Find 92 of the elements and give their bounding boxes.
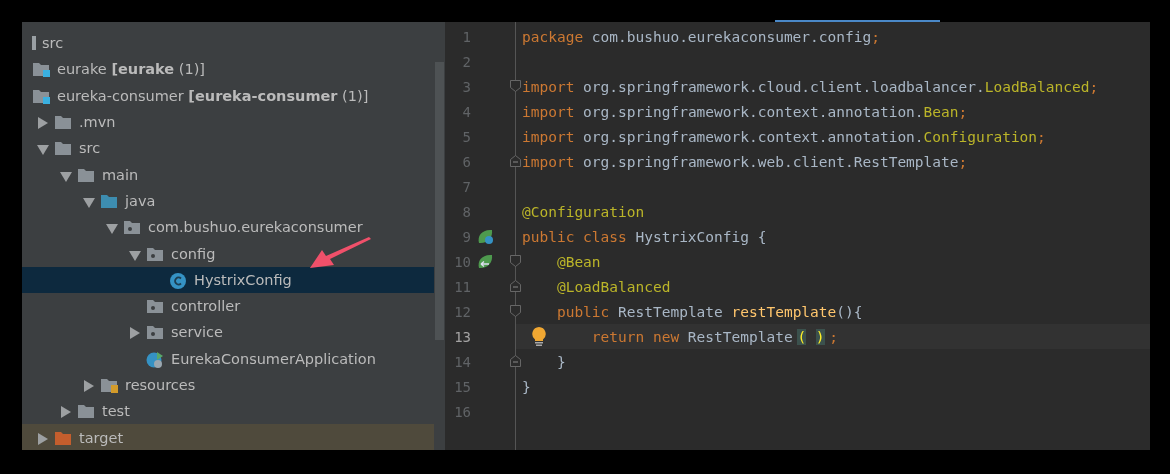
lightbulb-icon[interactable] bbox=[532, 327, 546, 346]
tree-row[interactable]: target bbox=[22, 424, 434, 450]
line-number: 11 bbox=[453, 278, 471, 295]
tree-row[interactable]: controller bbox=[22, 292, 434, 320]
fold-marker-icon[interactable] bbox=[510, 80, 521, 92]
code-line: return new RestTemplate ( ) ; bbox=[590, 328, 839, 345]
code-line: package com.bushuo.eurekaconsumer.config; bbox=[522, 28, 880, 45]
tree-row[interactable]: resources bbox=[22, 371, 434, 399]
tree-row[interactable]: java bbox=[22, 187, 434, 215]
expand-arrow-icon[interactable] bbox=[130, 327, 140, 340]
tree-row[interactable]: config bbox=[22, 240, 434, 267]
package-icon bbox=[146, 323, 165, 342]
line-number: 9 bbox=[461, 228, 471, 245]
code-line: import org.springframework.context.annotation.Bean; bbox=[522, 103, 968, 120]
tree-row[interactable]: .mvn bbox=[22, 108, 434, 136]
line-number: 7 bbox=[461, 178, 471, 195]
code-line: public RestTemplate restTemplate(){ bbox=[555, 303, 863, 320]
tree-row[interactable]: main bbox=[22, 161, 434, 188]
tree-label: .mvn bbox=[79, 114, 116, 131]
line-number: 8 bbox=[461, 203, 471, 220]
line-number: 3 bbox=[461, 78, 471, 95]
fold-marker-icon[interactable] bbox=[510, 255, 521, 267]
line-number: 15 bbox=[453, 378, 471, 395]
folder-icon bbox=[54, 113, 73, 132]
tree-label: com.bushuo.eurekaconsumer bbox=[148, 219, 363, 236]
tree-row[interactable]: eurake [eurake (1)] bbox=[22, 56, 434, 83]
collapse-arrow-icon[interactable] bbox=[60, 171, 72, 182]
bean-icon[interactable] bbox=[477, 228, 495, 245]
code-line: public class HystrixConfig { bbox=[522, 228, 767, 245]
tree-row[interactable]: src bbox=[22, 30, 434, 57]
tree-label: src bbox=[42, 35, 64, 52]
folder-icon bbox=[54, 139, 73, 158]
collapse-arrow-icon[interactable] bbox=[129, 250, 141, 261]
line-number: 2 bbox=[461, 53, 471, 70]
tree-label: controller bbox=[171, 298, 241, 315]
fold-marker-icon[interactable] bbox=[510, 155, 521, 167]
code-line: } bbox=[555, 353, 566, 370]
tree-label: config bbox=[171, 245, 216, 262]
tree-label: EurekaConsumerApplication bbox=[171, 350, 376, 367]
package-icon bbox=[146, 297, 165, 316]
tree-label: target bbox=[79, 429, 124, 446]
code-line: import org.springframework.cloud.client.loadbalancer.LoadBalanced; bbox=[522, 78, 1099, 95]
expand-arrow-icon[interactable] bbox=[61, 406, 71, 419]
folder-icon bbox=[77, 402, 96, 421]
spring-class-icon bbox=[146, 349, 165, 368]
tree-row[interactable]: eureka-consumer [eureka-consumer (1)] bbox=[22, 82, 434, 109]
code-line: import org.springframework.context.annotation.Configuration; bbox=[522, 128, 1046, 145]
resources-folder-icon bbox=[100, 376, 119, 394]
tree-label: HystrixConfig bbox=[194, 271, 292, 288]
tree-label: main bbox=[102, 166, 139, 183]
tree-row[interactable]: EurekaConsumerApplication bbox=[22, 345, 434, 372]
tree-label: src bbox=[79, 140, 101, 157]
collapse-arrow-icon[interactable] bbox=[83, 197, 95, 208]
line-number: 14 bbox=[453, 353, 471, 370]
tree-row[interactable]: src bbox=[22, 135, 434, 162]
line-number: 16 bbox=[453, 403, 471, 420]
expand-arrow-icon[interactable] bbox=[38, 432, 48, 445]
tree-label: eureka-consumer [eureka-consumer (1)] bbox=[57, 87, 369, 104]
code-line: } bbox=[522, 378, 531, 395]
scrollbar[interactable] bbox=[435, 62, 444, 340]
package-icon bbox=[123, 218, 142, 237]
tree-row[interactable]: service bbox=[22, 319, 434, 346]
line-number: 10 bbox=[453, 253, 471, 270]
bean-icon[interactable] bbox=[477, 253, 495, 270]
expand-arrow-icon[interactable] bbox=[84, 380, 94, 392]
line-number: 5 bbox=[461, 128, 471, 145]
collapse-arrow-icon[interactable] bbox=[37, 145, 49, 156]
expand-arrow-icon[interactable] bbox=[38, 117, 48, 130]
fold-marker-icon[interactable] bbox=[510, 305, 521, 317]
line-number: 13 bbox=[453, 328, 471, 345]
fold-marker-icon[interactable] bbox=[510, 280, 521, 292]
module-icon bbox=[32, 60, 51, 79]
class-icon bbox=[169, 270, 188, 289]
code-line: @Configuration bbox=[522, 203, 645, 220]
code-line: import org.springframework.web.client.RestTemplate; bbox=[522, 153, 968, 170]
tree-row[interactable]: test bbox=[22, 398, 434, 425]
tree-row[interactable]: HystrixConfig bbox=[22, 266, 434, 293]
tree-row[interactable]: com.bushuo.eurekaconsumer bbox=[22, 214, 434, 241]
tree-label: java bbox=[125, 192, 156, 209]
line-number: 4 bbox=[461, 103, 471, 120]
tree-label: eurake [eurake (1)] bbox=[57, 61, 205, 78]
tree-label: service bbox=[171, 324, 223, 341]
line-number: 6 bbox=[461, 153, 471, 170]
code-line: @LoadBalanced bbox=[555, 278, 671, 295]
line-number: 12 bbox=[453, 303, 471, 320]
pointer-arrow bbox=[308, 237, 372, 269]
collapse-arrow-icon[interactable] bbox=[106, 224, 118, 235]
tree-label: test bbox=[102, 403, 130, 420]
tree-label: resources bbox=[125, 377, 196, 393]
code-line: @Bean bbox=[555, 253, 601, 270]
fold-marker-icon[interactable] bbox=[510, 355, 521, 367]
line-number: 1 bbox=[461, 28, 471, 45]
